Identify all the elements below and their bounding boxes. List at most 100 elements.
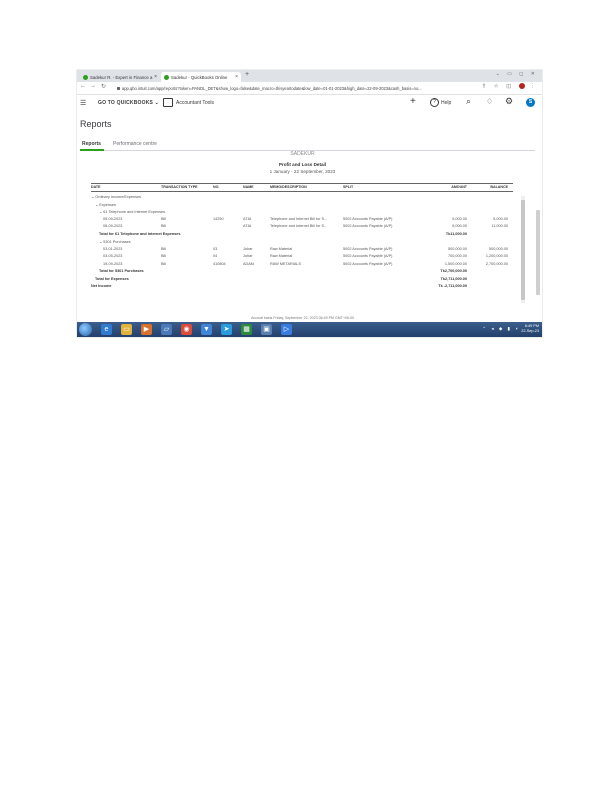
help-button[interactable]: Help [441, 100, 451, 106]
cell-name: AT&t [243, 224, 252, 228]
bell-icon[interactable]: ♢ [486, 97, 493, 106]
telegram-icon[interactable]: ➤ [221, 324, 232, 335]
group-label: ⌄ Expenses [95, 202, 116, 207]
cell-memo: Telephone and Internet Bill for S... [270, 224, 328, 228]
group-label: ⌄ Ordinary Income/Expenses [91, 195, 142, 199]
lock-icon [117, 86, 120, 90]
back-icon[interactable]: ← [80, 83, 86, 89]
gear-icon[interactable]: ⚙ [505, 96, 513, 107]
go-to-quickbooks-button[interactable]: GO TO QUICKBOOKS ⌄ [98, 100, 159, 106]
page-scrollbar[interactable] [536, 210, 540, 295]
browser-actions-icon[interactable]: ⇪ ☆ ◫ ⋮ [482, 83, 538, 89]
search-icon[interactable]: ⌕ [466, 96, 471, 107]
cell-amount: 6,000.00 [452, 224, 467, 228]
browser-tab-bar: Sadekur R. - Expert in Finance a × Sadek… [77, 70, 542, 82]
report-footer: Accrual basis Friday, September 22, 2023… [250, 316, 355, 320]
cell-name: Johar [243, 254, 253, 258]
col-transaction-type[interactable]: TRANSACTION TYPE [161, 185, 198, 189]
close-tab-icon[interactable]: × [235, 74, 238, 80]
cell-date: 19-09-2023 [103, 261, 123, 266]
avatar[interactable]: S [526, 98, 535, 107]
excel-icon[interactable]: ▦ [241, 324, 252, 335]
col-no[interactable]: NO. [213, 185, 219, 189]
ie-icon[interactable]: e [101, 324, 112, 335]
report-panel: SADEKUR Profit and Loss Detail 1 January… [85, 151, 540, 322]
cell-date: 03-05-2023 [103, 254, 123, 258]
browser-tab-upwork[interactable]: Sadekur R. - Expert in Finance a × [80, 72, 160, 82]
col-amount[interactable]: AMOUNT [441, 185, 467, 189]
taskbar-clock[interactable]: 6:49 PM 22-Sep-23 [521, 324, 539, 334]
system-tray-icon[interactable]: ⌃ ◂ ◆ ▮ ◖ [482, 326, 520, 332]
briefcase-icon[interactable] [163, 98, 173, 107]
picture-icon[interactable]: ▣ [261, 324, 272, 335]
screenshot-window: Sadekur R. - Expert in Finance a × Sadek… [77, 70, 542, 337]
start-button[interactable] [79, 323, 92, 336]
table-row[interactable]: 08-09-2023 Bill AT&t Telephone and Internet… [91, 223, 513, 230]
cell-name: AT&t [243, 216, 252, 221]
tab-performance-centre[interactable]: Performance centre [113, 141, 157, 147]
total-label: Total for Expenses [95, 276, 129, 281]
group-label: ⌄ 5301 Purchases [99, 240, 131, 244]
report-tabs: Reports Performance centre [80, 140, 535, 151]
cell-memo: Raw Material [270, 254, 293, 258]
cell-type: Bill [161, 224, 167, 228]
new-tab-icon[interactable]: + [245, 71, 249, 78]
cell-balance: 5,000.00 [493, 216, 508, 221]
window-icon[interactable]: ▱ [161, 324, 172, 335]
cell-split: 5002 Accounts Payable (A/P) [343, 216, 393, 221]
plus-icon[interactable]: + [410, 96, 416, 107]
total-row: Total for Expenses Tk2,711,000.00 [91, 276, 513, 283]
cell-type: Bill [161, 261, 167, 266]
download-icon[interactable]: ▼ [201, 324, 212, 335]
table-row[interactable]: 05-09-2023 Bill 14250 AT&t Telephone and Int… [91, 216, 513, 223]
group-row: ⌄ Expenses [91, 201, 513, 208]
total-label: Total for 5301 Purchases [99, 269, 144, 273]
report-name: Profit and Loss Detail [278, 162, 327, 167]
report-period: 1 January - 22 September, 2023 [269, 169, 336, 174]
browser-tab-quickbooks[interactable]: Sadekur - QuickBooks Online × [161, 72, 241, 82]
window-controls-icon[interactable]: ⌄ ▭ ◻ ✕ [496, 71, 538, 77]
col-name[interactable]: NAME [243, 185, 254, 189]
chrome-icon[interactable]: ◉ [181, 324, 192, 335]
total-amount: Tk2,711,000.00 [440, 276, 467, 281]
col-memo[interactable]: MEMO/DESCRIPTION [270, 185, 307, 189]
tab-reports[interactable]: Reports [82, 141, 101, 147]
cell-date: 03-01-2023 [103, 246, 123, 251]
favicon-icon [83, 74, 88, 80]
total-label: Total for 61 Telephone and Internet Expe… [99, 231, 181, 236]
help-icon[interactable]: ? [430, 98, 439, 107]
close-tab-icon[interactable]: × [154, 74, 157, 80]
menu-icon[interactable]: ☰ [80, 99, 86, 107]
cell-balance: 2,700,000.00 [485, 261, 508, 266]
cell-amount: 500,000.00 [447, 246, 467, 251]
total-amount: Tk11,000.00 [445, 231, 467, 236]
group-row: ⌄ Ordinary Income/Expenses [91, 193, 513, 200]
forward-icon[interactable]: → [90, 83, 96, 89]
group-row: ⌄ 61 Telephone and Internet Expenses [91, 208, 513, 215]
cell-date: 08-09-2023 [103, 224, 123, 228]
cell-amount: 1,500,000.00 [444, 261, 467, 266]
total-row: Net Income Tk -2,711,000.00 [91, 283, 513, 290]
cell-balance: 11,000.00 [491, 224, 508, 228]
cell-balance: 500,000.00 [488, 246, 508, 251]
cell-split: 5002 Accounts Payable (A/P) [343, 246, 393, 251]
report-scrollbar[interactable] [521, 200, 525, 300]
table-row[interactable]: 19-09-2023 Bill 410804 ADAM RAW METARIALS 500… [91, 261, 513, 268]
cell-memo: Raw Material [270, 246, 293, 251]
cell-split: 5002 Accounts Payable (A/P) [343, 254, 393, 258]
col-date[interactable]: DATE [91, 185, 101, 189]
folder-icon[interactable]: ▭ [121, 324, 132, 335]
company-name: SADEKUR [290, 151, 315, 157]
media-icon[interactable]: ▶ [141, 324, 152, 335]
reload-icon[interactable]: ↻ [101, 83, 106, 90]
cell-type: Bill [161, 254, 167, 258]
profile-icon[interactable] [518, 83, 525, 89]
table-row[interactable]: 03-01-2023 Bill 03 Johar Raw Material 5002 Ac… [91, 246, 513, 253]
accountant-tools-button[interactable]: Accountant Tools [176, 100, 214, 106]
col-split[interactable]: SPLIT [343, 185, 353, 189]
col-balance[interactable]: BALANCE [485, 185, 508, 189]
table-row[interactable]: 03-05-2023 Bill 04 Johar Raw Material 5002 Ac… [91, 253, 513, 260]
cell-balance: 1,200,000.00 [485, 254, 508, 258]
url-field[interactable]: app.qbo.intuit.com/app/reports?token=PAN… [117, 85, 477, 92]
play-icon[interactable]: ▷ [281, 324, 292, 335]
